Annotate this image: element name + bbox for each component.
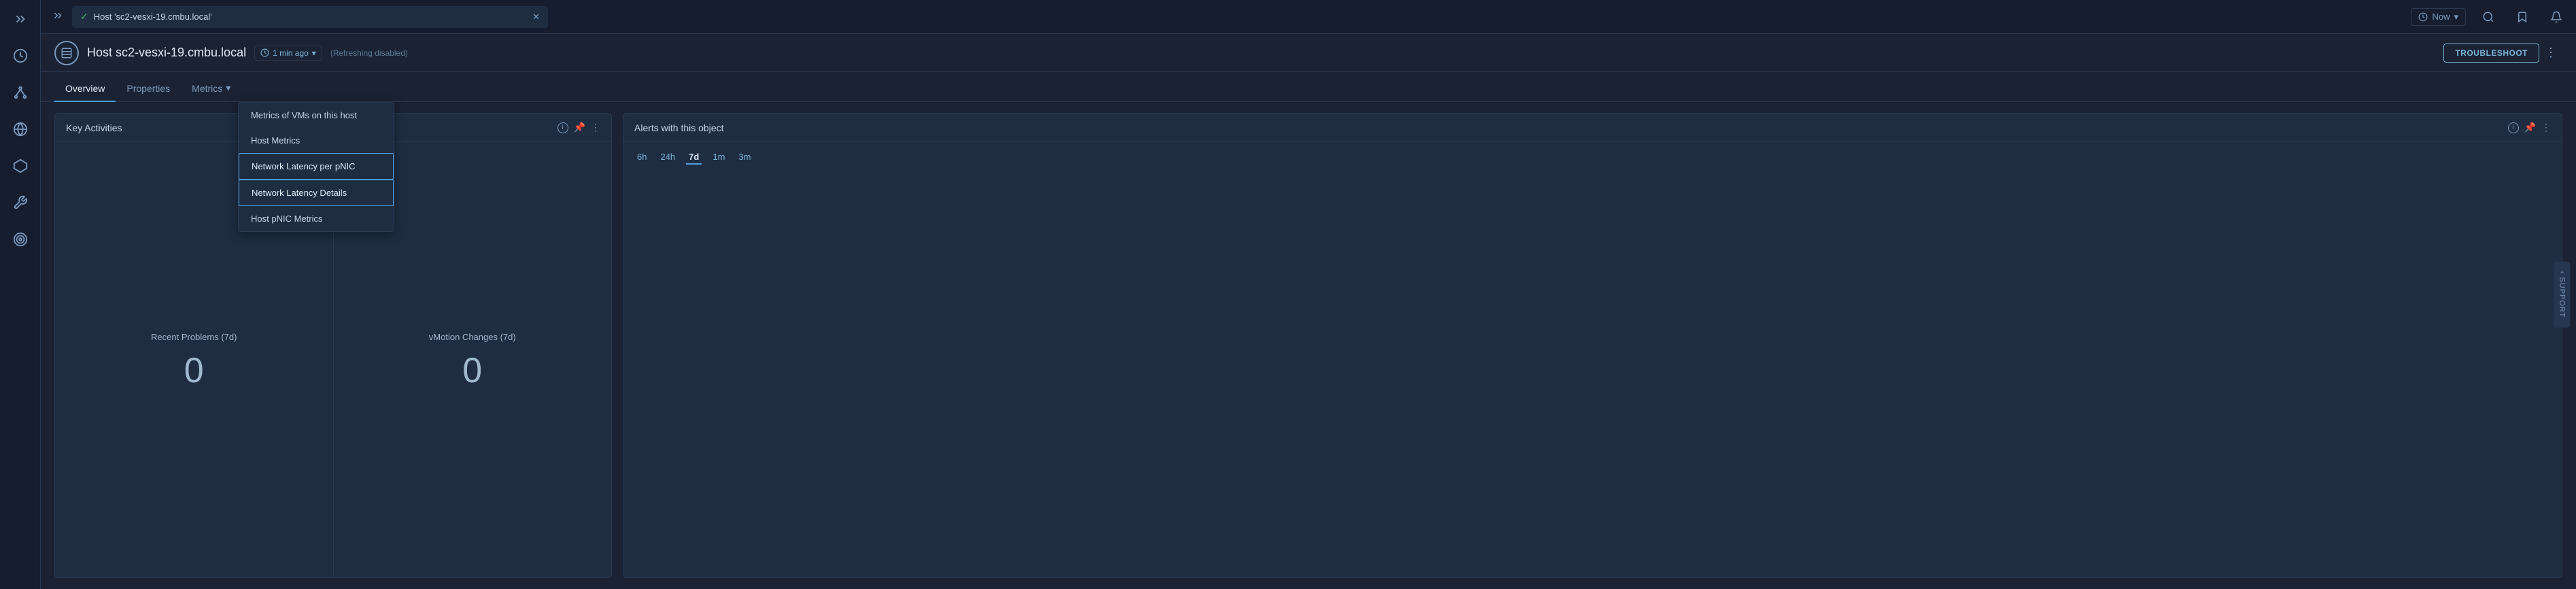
time-filter-1m[interactable]: 1m: [710, 150, 727, 165]
expand-icon[interactable]: [49, 7, 67, 27]
search-button[interactable]: [2477, 8, 2500, 26]
vmotion-value: 0: [462, 353, 482, 388]
sidebar-item-hierarchy[interactable]: [8, 80, 33, 105]
tab-properties[interactable]: Properties: [116, 76, 181, 102]
alerts-more-button[interactable]: ⋮: [2541, 122, 2551, 133]
more-options-button[interactable]: ⋮: [2539, 43, 2562, 63]
alerts-pin-button[interactable]: 📌: [2524, 122, 2536, 133]
tab-close-button[interactable]: ✕: [532, 12, 540, 22]
dropdown-item-latency-details[interactable]: Network Latency Details: [239, 180, 394, 206]
tab-metrics[interactable]: Metrics ▾: [181, 75, 241, 102]
tab-title: Host 'sc2-vesxi-19.cmbu.local': [94, 12, 527, 22]
alerts-card: Alerts with this object i 📌 ⋮ 6h 24h 7d …: [623, 113, 2562, 578]
browser-tab[interactable]: ✓ Host 'sc2-vesxi-19.cmbu.local' ✕: [72, 6, 548, 28]
refreshing-label: (Refreshing disabled): [330, 48, 408, 58]
support-tab[interactable]: ‹ SUPPORT: [2554, 262, 2571, 328]
now-chevron: ▾: [2454, 12, 2458, 22]
sidebar-item-target[interactable]: [8, 227, 33, 252]
key-activities-pin-button[interactable]: 📌: [574, 122, 585, 133]
page-header: Host sc2-vesxi-19.cmbu.local 1 min ago ▾…: [41, 34, 2576, 72]
alerts-header: Alerts with this object i 📌 ⋮: [623, 114, 2562, 142]
alerts-info-icon[interactable]: i: [2508, 122, 2519, 133]
time-filter-24h[interactable]: 24h: [657, 150, 678, 165]
page-title: Host sc2-vesxi-19.cmbu.local: [87, 46, 246, 60]
time-chevron: ▾: [312, 48, 316, 58]
now-label: Now: [2432, 12, 2450, 22]
dropdown-item-vms-metrics[interactable]: Metrics of VMs on this host: [239, 103, 394, 128]
sidebar-item-mesh[interactable]: [8, 154, 33, 178]
troubleshoot-button[interactable]: TROUBLESHOOT: [2443, 44, 2539, 63]
topbar-right: Now ▾: [2411, 8, 2568, 26]
topbar: ✓ Host 'sc2-vesxi-19.cmbu.local' ✕ Now ▾: [41, 0, 2576, 34]
time-filter-6h[interactable]: 6h: [634, 150, 649, 165]
main-content: ✓ Host 'sc2-vesxi-19.cmbu.local' ✕ Now ▾: [41, 0, 2576, 589]
now-button[interactable]: Now ▾: [2411, 8, 2466, 26]
alerts-title: Alerts with this object: [634, 122, 2503, 133]
recent-problems-label: Recent Problems (7d): [151, 332, 237, 342]
host-icon: [54, 41, 79, 65]
recent-problems-value: 0: [184, 353, 204, 388]
vmotion-label: vMotion Changes (7d): [429, 332, 516, 342]
sidebar-item-globe[interactable]: [8, 117, 33, 141]
check-icon: ✓: [80, 11, 88, 22]
sidebar: [0, 0, 41, 589]
alerts-actions: 📌 ⋮: [2524, 122, 2551, 133]
bookmark-button[interactable]: [2511, 8, 2534, 26]
key-activities-actions: 📌 ⋮: [574, 122, 600, 133]
sidebar-item-dashboard[interactable]: [8, 44, 33, 68]
key-activities-info-icon[interactable]: i: [557, 122, 568, 133]
support-chevron: ‹: [2558, 271, 2566, 275]
key-activities-more-button[interactable]: ⋮: [591, 122, 600, 133]
time-filter-3m[interactable]: 3m: [736, 150, 753, 165]
alerts-body: 6h 24h 7d 1m 3m: [623, 142, 2562, 577]
tab-overview[interactable]: Overview: [54, 76, 116, 102]
time-filter: 6h 24h 7d 1m 3m: [634, 150, 2551, 165]
dropdown-item-latency-per-pnic[interactable]: Network Latency per pNIC: [239, 153, 394, 180]
nav-tabs: Overview Properties Metrics ▾ Metrics of…: [41, 72, 2576, 102]
metrics-chevron: ▾: [226, 82, 230, 94]
time-filter-7d[interactable]: 7d: [686, 150, 702, 165]
time-badge[interactable]: 1 min ago ▾: [254, 46, 322, 61]
sidebar-item-tools[interactable]: [8, 190, 33, 215]
metrics-dropdown: Metrics of VMs on this host Host Metrics…: [238, 102, 394, 232]
dropdown-item-host-pnic-metrics[interactable]: Host pNIC Metrics: [239, 206, 394, 231]
support-label: SUPPORT: [2558, 277, 2566, 318]
notification-button[interactable]: [2545, 8, 2568, 26]
page-header-left: Host sc2-vesxi-19.cmbu.local 1 min ago ▾…: [54, 41, 2443, 65]
dropdown-item-host-metrics[interactable]: Host Metrics: [239, 128, 394, 153]
time-ago-label: 1 min ago: [273, 48, 309, 58]
content-area: Key Activities i 📌 ⋮ Recent Problems (7d…: [41, 102, 2576, 589]
sidebar-item-expand[interactable]: [8, 7, 33, 31]
